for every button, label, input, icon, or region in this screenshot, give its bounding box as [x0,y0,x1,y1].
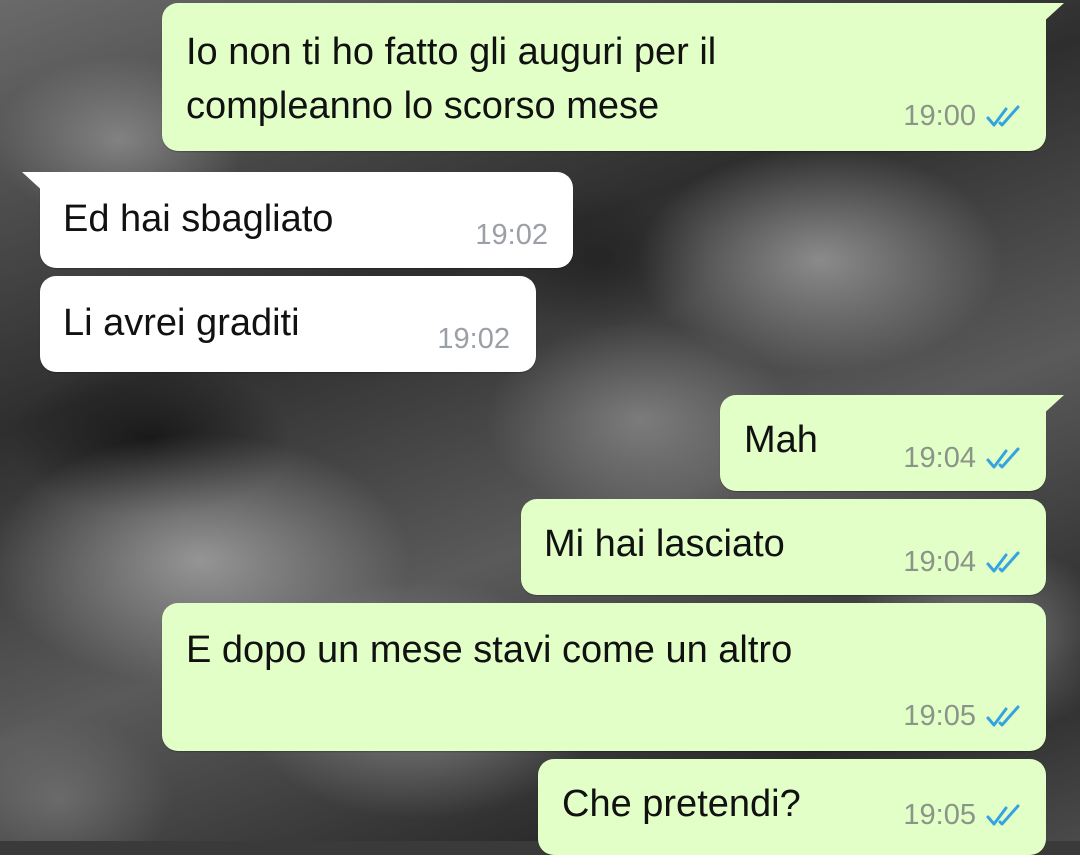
message-meta: 19:02 [437,323,510,356]
message-bubble-incoming[interactable]: Li avrei graditi 19:02 [40,276,536,372]
message-bubble-outgoing[interactable]: Mah 19:04 [720,395,1064,491]
message-text: Che pretendi? [562,783,801,825]
message-meta: 19:05 [903,700,1022,733]
message-bubble-outgoing[interactable]: Io non ti ho fatto gli auguri per il com… [162,3,1064,151]
message-text: Mi hai lasciato [544,523,785,565]
double-check-icon [986,804,1020,825]
message-meta: 19:04 [903,442,1022,475]
message-bubble-incoming[interactable]: Ed hai sbagliato 19:02 [22,172,573,268]
double-check-icon [986,447,1020,468]
message-bubble-outgoing[interactable]: Mi hai lasciato 19:04 [521,499,1046,595]
message-time: 19:02 [437,323,510,355]
double-check-icon [986,551,1020,572]
bubble-tail [22,172,46,194]
bubble-tail [1040,395,1064,417]
message-text: Li avrei graditi [63,302,300,344]
message-time: 19:05 [903,700,976,732]
double-check-icon [986,705,1020,726]
message-time: 19:04 [903,442,976,474]
message-time: 19:02 [475,219,548,251]
message-time: 19:05 [903,799,976,831]
message-text: E dopo un mese stavi come un altro [186,629,793,671]
message-text: Mah [744,419,818,461]
message-text: Ed hai sbagliato [63,198,334,240]
message-meta: 19:00 [903,100,1022,133]
message-meta: 19:02 [475,219,548,252]
bubble-tail [1040,3,1064,25]
message-bubble-outgoing[interactable]: E dopo un mese stavi come un altro 19:05 [162,603,1046,751]
message-meta: 19:05 [903,799,1022,832]
message-time: 19:00 [903,100,976,132]
double-check-icon [986,105,1020,126]
message-meta: 19:04 [903,546,1022,579]
message-text: Io non ti ho fatto gli auguri per il com… [186,31,717,127]
message-time: 19:04 [903,546,976,578]
